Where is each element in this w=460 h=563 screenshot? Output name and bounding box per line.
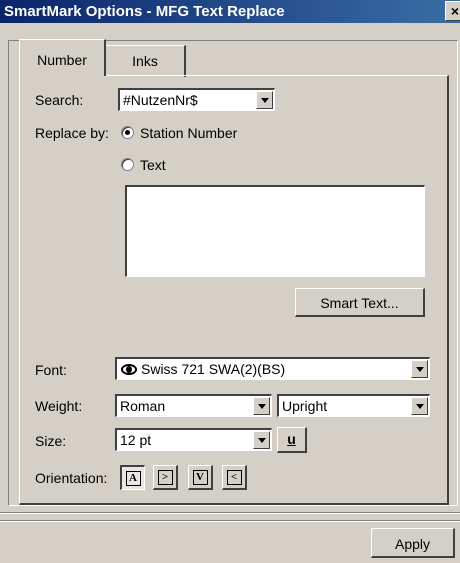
size-value: 12 pt <box>120 432 152 448</box>
replace-by-label: Replace by: <box>35 125 109 141</box>
font-value: Swiss 721 SWA(2)(BS) <box>141 361 286 377</box>
font-dropdown[interactable]: Swiss 721 SWA(2)(BS) <box>115 357 430 380</box>
eye-icon <box>121 363 137 375</box>
chevron-down-icon[interactable] <box>256 91 273 109</box>
orientation-label: Orientation: <box>35 470 108 486</box>
search-value: #NutzenNr$ <box>123 92 198 108</box>
font-label: Font: <box>35 362 67 378</box>
orientation-right-icon: > <box>157 470 173 485</box>
weight-label: Weight: <box>35 398 83 414</box>
radio-text[interactable] <box>121 158 134 171</box>
weight-value: Roman <box>120 398 166 414</box>
orientation-down-button[interactable]: V <box>188 465 213 490</box>
size-dropdown[interactable]: 12 pt <box>115 428 272 451</box>
size-label: Size: <box>35 433 67 449</box>
smart-text-button[interactable]: Smart Text... <box>295 288 425 317</box>
orientation-left-button[interactable]: < <box>222 465 247 490</box>
orientation-up-button[interactable]: A <box>120 465 145 490</box>
chevron-down-icon[interactable] <box>253 431 270 449</box>
station-number-label: Station Number <box>140 125 238 141</box>
search-dropdown[interactable]: #NutzenNr$ <box>118 88 275 111</box>
style-value: Upright <box>282 398 328 414</box>
weight-dropdown[interactable]: Roman <box>115 394 272 417</box>
orientation-up-icon: A <box>125 471 141 486</box>
radio-station-number[interactable] <box>121 126 134 139</box>
orientation-left-icon: < <box>226 470 242 485</box>
chevron-down-icon[interactable] <box>253 397 270 415</box>
chevron-down-icon[interactable] <box>411 360 428 378</box>
search-label: Search: <box>35 92 84 108</box>
text-option-label: Text <box>140 157 166 173</box>
underline-button[interactable]: u <box>277 427 307 453</box>
style-dropdown[interactable]: Upright <box>277 394 430 417</box>
replace-text-area[interactable] <box>125 185 425 277</box>
orientation-right-button[interactable]: > <box>153 465 178 490</box>
orientation-down-icon: V <box>192 470 208 485</box>
chevron-down-icon[interactable] <box>411 397 428 415</box>
